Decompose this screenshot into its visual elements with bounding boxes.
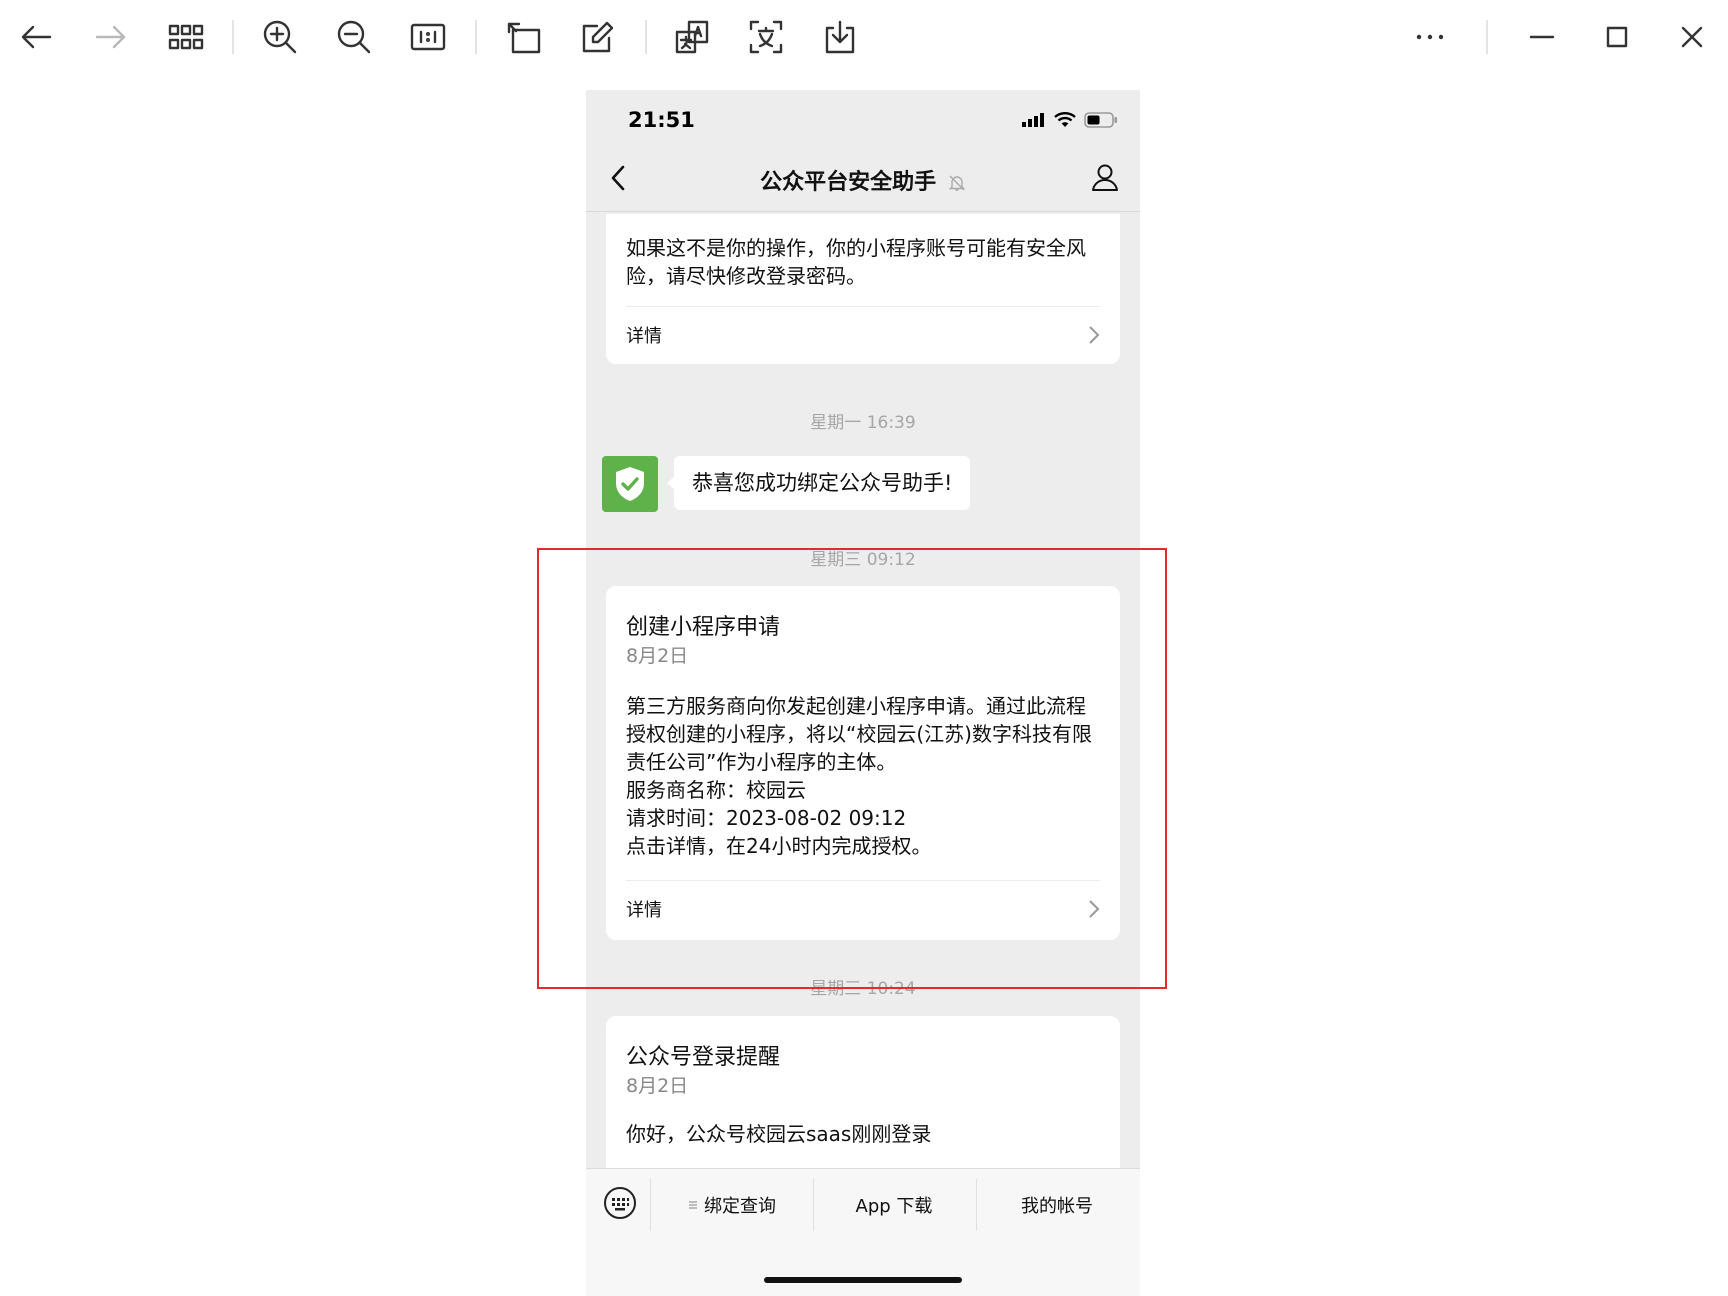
- menu-list-icon: [689, 1201, 697, 1209]
- toolbar-divider: [232, 20, 234, 54]
- card-body-line: 服务商名称：校园云: [626, 778, 806, 802]
- status-icons: [1022, 112, 1118, 128]
- message-row: 恭喜您成功绑定公众号助手!: [602, 456, 971, 512]
- card-body-line: 点击详情，在24小时内完成授权。: [626, 834, 932, 858]
- status-time: 21:51: [628, 108, 695, 132]
- detail-label: 详情: [626, 900, 662, 921]
- message-bubble[interactable]: 恭喜您成功绑定公众号助手!: [666, 456, 971, 510]
- close-icon[interactable]: [1668, 14, 1716, 60]
- detail-link[interactable]: 详情: [626, 307, 1100, 363]
- menu-divider: [650, 1179, 651, 1231]
- toolbar-divider: [475, 20, 477, 54]
- avatar[interactable]: [602, 456, 658, 512]
- toolbar-divider: [645, 20, 647, 54]
- login-reminder-card[interactable]: 公众号登录提醒 8月2日 你好，公众号校园云saas刚刚登录: [606, 1016, 1120, 1176]
- detail-label: 详情: [626, 326, 662, 347]
- chat-title-row: 公众平台安全助手: [586, 164, 1140, 196]
- status-bar: 21:51: [586, 90, 1140, 146]
- menu-label: 我的帐号: [1021, 1196, 1093, 1217]
- card-body: 第三方服务商向你发起创建小程序申请。通过此流程授权创建的小程序，将以“校园云(江…: [626, 692, 1100, 880]
- card-title: 公众号登录提醒: [626, 1045, 781, 1070]
- zoom-in-icon[interactable]: [256, 14, 304, 60]
- zoom-out-icon[interactable]: [330, 14, 378, 60]
- maximize-icon[interactable]: [1593, 14, 1641, 60]
- timestamp: 星期三 10:24: [810, 979, 916, 999]
- card-body-line: 请求时间：2023-08-02 09:12: [626, 806, 907, 830]
- keyboard-icon[interactable]: [602, 1185, 638, 1221]
- chat-nav-bar: 公众平台安全助手: [586, 146, 1140, 212]
- grid-icon[interactable]: [162, 14, 210, 60]
- card-title: 创建小程序申请: [626, 615, 781, 640]
- mute-bell-icon: [948, 175, 966, 191]
- card-date: 8月2日: [626, 645, 689, 667]
- toolbar-divider: [1486, 20, 1488, 54]
- profile-icon[interactable]: [1086, 158, 1124, 196]
- forward-arrow-icon[interactable]: [86, 14, 134, 60]
- phone-screenshot: 21:51 公众平台安全助手 如果这不是你的操作，你的小程序账号可能有安全风险，…: [586, 90, 1140, 1296]
- ocr-text-icon[interactable]: [742, 14, 790, 60]
- wifi-icon: [1054, 112, 1076, 127]
- chat-title: 公众平台安全助手: [760, 170, 937, 195]
- card-body: 你好，公众号校园云saas刚刚登录: [626, 1122, 932, 1146]
- translate-icon[interactable]: [668, 14, 716, 60]
- more-icon[interactable]: [1406, 14, 1454, 60]
- menu-my-account[interactable]: 我的帐号: [977, 1169, 1137, 1241]
- minimize-icon[interactable]: [1518, 14, 1566, 60]
- chat-menu-bar: 绑定查询 App 下载 我的帐号: [586, 1168, 1140, 1296]
- edit-icon[interactable]: [574, 14, 622, 60]
- timestamp: 星期三 09:12: [810, 550, 916, 570]
- back-arrow-icon[interactable]: [13, 14, 61, 60]
- rotate-icon[interactable]: [500, 14, 548, 60]
- home-indicator: [764, 1277, 962, 1283]
- chevron-right-icon: [1089, 326, 1100, 344]
- timestamp: 星期一 16:39: [810, 413, 916, 433]
- card-body-line: 第三方服务商向你发起创建小程序申请。通过此流程授权创建的小程序，将以“校园云(江…: [626, 694, 1092, 774]
- actual-size-icon[interactable]: [404, 14, 452, 60]
- signal-icon: [1022, 113, 1044, 127]
- menu-label: 绑定查询: [704, 1196, 776, 1217]
- menu-bind-query[interactable]: 绑定查询: [652, 1169, 812, 1241]
- chevron-right-icon: [1089, 900, 1100, 918]
- card-body: 如果这不是你的操作，你的小程序账号可能有安全风险，请尽快修改登录密码。: [626, 236, 1086, 288]
- menu-label: App 下载: [855, 1196, 933, 1217]
- mini-program-request-card[interactable]: 创建小程序申请 8月2日 第三方服务商向你发起创建小程序申请。通过此流程授权创建…: [606, 586, 1120, 940]
- viewer-toolbar: [0, 0, 1728, 74]
- card-date: 8月2日: [626, 1075, 689, 1097]
- detail-link[interactable]: 详情: [626, 881, 1100, 937]
- security-notice-card[interactable]: 如果这不是你的操作，你的小程序账号可能有安全风险，请尽快修改登录密码。 详情: [606, 214, 1120, 364]
- menu-app-download[interactable]: App 下载: [814, 1169, 974, 1241]
- download-icon[interactable]: [816, 14, 864, 60]
- shield-check-icon: [616, 467, 644, 501]
- battery-icon: [1084, 112, 1117, 128]
